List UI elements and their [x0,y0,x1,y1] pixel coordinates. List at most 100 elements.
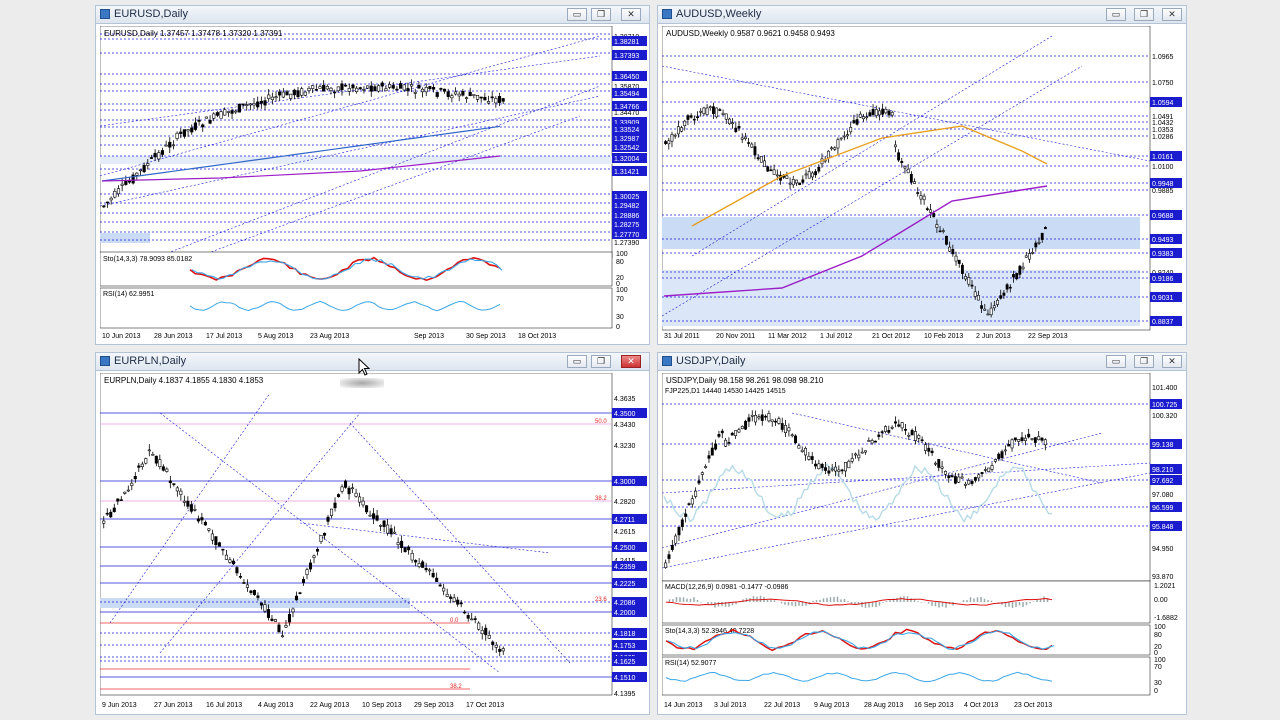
candle-body [860,451,864,454]
candle-body [839,137,843,140]
candle-body [442,587,446,592]
titlebar-eurpln[interactable]: EURPLN,Daily ▭ ❐ ✕ [96,353,649,371]
titlebar-audusd[interactable]: AUDUSD,Weekly ▭ ❐ ✕ [658,6,1186,24]
candle-body [165,468,169,472]
candle-body [814,463,818,467]
usdjpy-price-label: 99.138 [1152,442,1174,449]
chart-area[interactable]: FJP225,D1 14440 14530 14425 14515 101.400… [661,372,1184,712]
candle-body [798,182,802,185]
candle-body [490,96,494,99]
candle-body [697,480,701,484]
eurpln-date-label: 29 Sep 2013 [414,702,454,709]
price-chart[interactable]: 1.09651.07501.05941.04911.04321.03531.02… [661,25,1184,342]
candle-body [355,87,359,92]
rsi-pane [661,656,1151,696]
restore-button[interactable]: ❐ [1134,355,1154,368]
candle-body [961,264,964,274]
candle-body [913,431,917,441]
candle-body [368,514,372,517]
candle-body [127,180,132,183]
candle-body [976,295,980,301]
chart-area[interactable]: 4.3635 4.3500 4.3430 4.3230 4.3000 4.2820 4.27… [99,372,648,712]
candle-body [674,535,678,544]
minimize-button[interactable]: ▭ [567,8,587,21]
eurpln-price-label: 4.2711 [614,517,635,524]
candle-body [208,120,212,124]
eurpln-price-label: 4.1753 [614,643,636,650]
minimize-button[interactable]: ▭ [1106,355,1126,368]
rsi-label: RSI(14) 52.9077 [665,660,716,667]
candle-body [967,480,971,485]
candle-body [810,172,814,178]
candle-body [445,593,449,597]
symbol-info: AUDUSD,Weekly 0.9587 0.9621 0.9458 0.949… [666,29,835,38]
price-chart[interactable]: FJP225,D1 14440 14530 14425 14515 101.400… [661,372,1184,712]
candle-body [951,249,955,255]
close-button[interactable]: ✕ [1162,355,1182,368]
candle-body [358,87,362,89]
candle-body [154,455,158,464]
candle-body [804,173,808,176]
window-eurusd[interactable]: EURUSD,Daily ▭ ❐ ✕ 1.387101.382811.37393… [95,5,650,345]
window-eurpln[interactable]: EURPLN,Daily ▭ ❐ ✕ 4.3635 4.3500 4.3430 4.3… [95,352,650,715]
candle-body [950,475,954,478]
eurpln-date-label: 22 Aug 2013 [310,702,349,709]
eurpln-price-label: 4.2359 [614,564,636,571]
candle-body [168,480,172,484]
rsi-scale-label: 30 [616,314,624,321]
candle-body [491,641,495,645]
candle-body [457,93,461,97]
chart-area[interactable]: 1.0965 1.0750 1.0594 1.0491 1.0432 1.0353 1.02… [661,25,1184,342]
close-button[interactable]: ✕ [621,355,641,368]
eurusd-price-label: 1.34470 [614,110,639,117]
window-audusd[interactable]: AUDUSD,Weekly ▭ ❐ ✕ 1.0965 1.0750 1.0594 1.… [657,5,1187,345]
candle-body [351,84,355,89]
candle-body [1043,439,1047,446]
candle-body [151,453,155,456]
candle-body [417,85,421,89]
restore-button[interactable]: ❐ [1134,8,1154,21]
support-zone [100,598,410,608]
candle-body [435,577,439,582]
candle-body [431,86,436,90]
candle-body [881,108,885,115]
candle-body [472,94,476,96]
candle-body [916,192,920,194]
fib-label: 38.2 [450,684,462,690]
window-usdjpy[interactable]: USDJPY,Daily ▭ ❐ ✕ FJP225,D1 14440 14530… [657,352,1187,715]
price-chart[interactable]: 4.3635 4.3500 4.3430 4.3230 4.3000 4.2820 4.27… [99,372,648,712]
candle-body [800,449,804,452]
candle-body [750,414,754,417]
candle-body [943,470,947,475]
titlebar-usdjpy[interactable]: USDJPY,Daily ▭ ❐ ✕ [658,353,1186,371]
candle-body [923,444,927,451]
chart-area[interactable]: 1.387101.382811.373931.364501.358701.354… [99,25,648,342]
close-button[interactable]: ✕ [621,8,641,21]
minimize-button[interactable]: ▭ [1106,8,1126,21]
candle-body [766,166,770,172]
eurpln-price-label: 4.3430 [614,422,636,429]
candle-body [312,555,316,558]
macd-scale-label: -1.6882 [1154,615,1178,622]
candle-body [743,136,747,140]
candle-body [461,91,465,96]
titlebar-eurusd[interactable]: EURUSD,Daily ▭ ❐ ✕ [96,6,649,24]
candle-body [699,110,703,113]
candle-body [864,450,867,453]
audusd-date-label: 31 Jul 2011 [664,333,700,340]
candle-body [494,644,498,648]
candle-body [305,569,309,575]
eurusd-price-label: 1.32542 [614,145,639,152]
candle-body [1000,451,1004,458]
candle-body [878,110,881,116]
minimize-button[interactable]: ▭ [567,355,587,368]
eurusd-price-label: 1.35494 [614,91,639,98]
candle-body [683,120,687,127]
candle-body [692,118,696,121]
price-chart[interactable]: 1.387101.382811.373931.364501.358701.354… [99,25,648,342]
restore-button[interactable]: ❐ [591,355,611,368]
candle-body [409,84,414,87]
close-button[interactable]: ✕ [1162,8,1182,21]
restore-button[interactable]: ❐ [591,8,611,21]
eurusd-date-label: 18 Oct 2013 [518,333,556,340]
